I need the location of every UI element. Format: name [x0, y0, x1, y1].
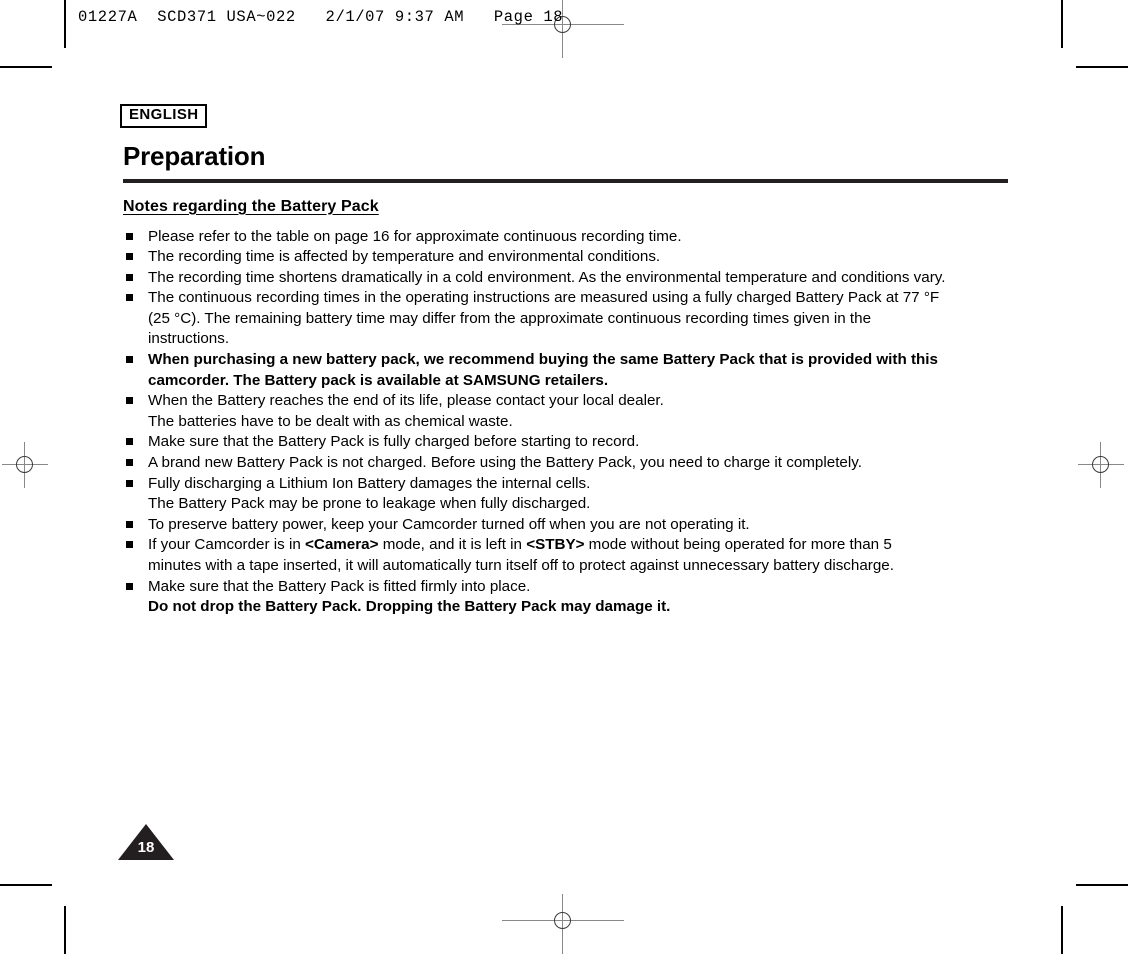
- note-text: Make sure that the Battery Pack is fully…: [148, 433, 640, 451]
- page-title: Preparation: [123, 140, 266, 171]
- registration-mark-bottom-icon: [502, 894, 624, 954]
- note-line: The Battery Pack may be prone to leakage…: [148, 494, 1010, 515]
- note-item: Please refer to the table on page 16 for…: [123, 227, 1010, 248]
- crop-mark-bottom-right-horizontal: [1076, 884, 1128, 886]
- section-heading: Notes regarding the Battery Pack: [123, 197, 379, 215]
- note-text: The continuous recording times in the op…: [148, 289, 940, 307]
- note-text: The recording time is affected by temper…: [148, 248, 661, 266]
- bullet-square-icon: [126, 232, 133, 240]
- note-item: When purchasing a new battery pack, we r…: [123, 350, 1010, 391]
- note-text: The Battery Pack may be prone to leakage…: [148, 495, 591, 513]
- note-text: When the Battery reaches the end of its …: [148, 392, 664, 410]
- note-line: Please refer to the table on page 16 for…: [148, 227, 1010, 248]
- note-item: A brand new Battery Pack is not charged.…: [123, 453, 1010, 474]
- note-text: If your Camcorder is in: [148, 536, 305, 554]
- note-line: The recording time shortens dramatically…: [148, 268, 1010, 289]
- notes-list: Please refer to the table on page 16 for…: [123, 227, 1010, 618]
- note-line: To preserve battery power, keep your Cam…: [148, 515, 1010, 536]
- bullet-square-icon: [126, 438, 133, 446]
- note-line: A brand new Battery Pack is not charged.…: [148, 453, 1010, 474]
- bullet-square-icon: [126, 520, 133, 528]
- crop-mark-bottom-right-vertical: [1061, 906, 1063, 954]
- note-text: Make sure that the Battery Pack is fitte…: [148, 577, 531, 595]
- note-line: Make sure that the Battery Pack is fitte…: [148, 577, 1010, 598]
- note-line: When the Battery reaches the end of its …: [148, 391, 1010, 412]
- note-text: A brand new Battery Pack is not charged.…: [148, 454, 862, 472]
- bullet-square-icon: [126, 294, 133, 302]
- bullet-square-icon: [126, 273, 133, 281]
- note-text: mode without being operated for more tha…: [584, 536, 892, 554]
- note-item: To preserve battery power, keep your Cam…: [123, 515, 1010, 536]
- page-number-badge: 18: [118, 824, 174, 860]
- print-job-header: 01227A SCD371 USA~022 2/1/07 9:37 AM Pag…: [78, 8, 564, 26]
- note-line: Make sure that the Battery Pack is fully…: [148, 432, 1010, 453]
- page-content: ENGLISH Preparation Notes regarding the …: [120, 104, 1010, 618]
- title-divider: [123, 178, 1008, 183]
- note-emphasis: camcorder. The Battery pack is available…: [148, 371, 609, 389]
- bullet-square-icon: [126, 479, 133, 487]
- note-emphasis: <STBY>: [526, 536, 585, 554]
- bullet-square-icon: [126, 253, 133, 261]
- crop-mark-top-right-vertical: [1061, 0, 1063, 48]
- note-text: The batteries have to be dealt with as c…: [148, 412, 513, 430]
- language-badge: ENGLISH: [120, 104, 208, 128]
- note-line: Fully discharging a Lithium Ion Battery …: [148, 474, 1010, 495]
- note-item: When the Battery reaches the end of its …: [123, 391, 1010, 432]
- bullet-square-icon: [126, 582, 133, 590]
- note-text: instructions.: [148, 330, 230, 348]
- note-line: The recording time is affected by temper…: [148, 247, 1010, 268]
- bullet-square-icon: [126, 356, 133, 364]
- note-text: (25 °C). The remaining battery time may …: [148, 309, 872, 327]
- bullet-square-icon: [126, 541, 133, 549]
- note-item: Make sure that the Battery Pack is fitte…: [123, 577, 1010, 618]
- note-text: Please refer to the table on page 16 for…: [148, 227, 682, 245]
- note-emphasis: When purchasing a new battery pack, we r…: [148, 351, 938, 369]
- note-line: Do not drop the Battery Pack. Dropping t…: [148, 597, 1010, 618]
- bullet-square-icon: [126, 459, 133, 467]
- note-line: instructions.: [148, 329, 1010, 350]
- note-text: To preserve battery power, keep your Cam…: [148, 515, 750, 533]
- registration-mark-right-icon: [1078, 442, 1124, 488]
- note-line: camcorder. The Battery pack is available…: [148, 371, 1010, 392]
- crop-mark-top-left-vertical: [64, 0, 66, 48]
- crop-mark-bottom-left-vertical: [64, 906, 66, 954]
- note-item: The recording time shortens dramatically…: [123, 268, 1010, 289]
- note-line: (25 °C). The remaining battery time may …: [148, 309, 1010, 330]
- note-item: If your Camcorder is in <Camera> mode, a…: [123, 535, 1010, 576]
- crop-mark-top-left-horizontal: [0, 66, 52, 68]
- note-item: Fully discharging a Lithium Ion Battery …: [123, 474, 1010, 515]
- note-text: mode, and it is left in: [378, 536, 527, 554]
- crop-mark-top-right-horizontal: [1076, 66, 1128, 68]
- note-emphasis: Do not drop the Battery Pack. Dropping t…: [148, 598, 671, 616]
- note-item: The continuous recording times in the op…: [123, 288, 1010, 350]
- crop-mark-bottom-left-horizontal: [0, 884, 52, 886]
- note-item: The recording time is affected by temper…: [123, 247, 1010, 268]
- note-text: The recording time shortens dramatically…: [148, 268, 946, 286]
- note-line: The continuous recording times in the op…: [148, 288, 1010, 309]
- note-item: Make sure that the Battery Pack is fully…: [123, 432, 1010, 453]
- note-line: When purchasing a new battery pack, we r…: [148, 350, 1010, 371]
- bullet-square-icon: [126, 397, 133, 405]
- note-text: minutes with a tape inserted, it will au…: [148, 557, 894, 574]
- note-line: The batteries have to be dealt with as c…: [148, 412, 1010, 433]
- note-line: If your Camcorder is in <Camera> mode, a…: [148, 535, 1010, 556]
- registration-mark-left-icon: [2, 442, 48, 488]
- note-emphasis: <Camera>: [305, 536, 379, 554]
- page-number-label: 18: [137, 839, 155, 856]
- note-line: minutes with a tape inserted, it will au…: [148, 556, 1010, 577]
- note-text: Fully discharging a Lithium Ion Battery …: [148, 474, 591, 492]
